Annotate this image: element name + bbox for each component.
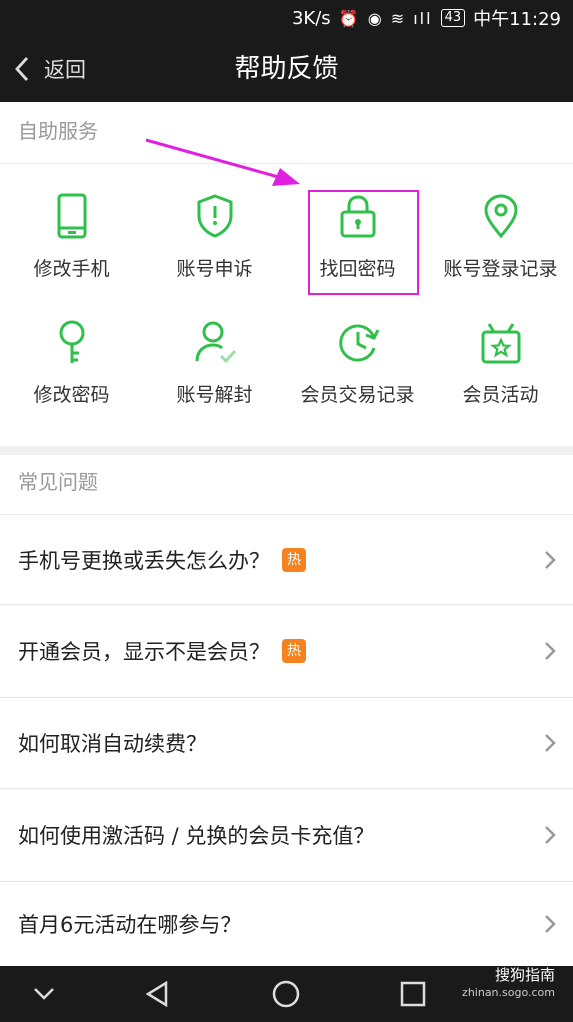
back-label: 返回 xyxy=(44,58,86,82)
tile-label: 找回密码 xyxy=(319,258,396,280)
faq-item[interactable]: 开通会员，显示不是会员？ 热 xyxy=(0,605,573,698)
triangle-back-icon xyxy=(145,980,168,1008)
tile-change-phone[interactable]: 修改手机 xyxy=(0,164,143,284)
chevron-right-icon xyxy=(545,915,556,933)
tile-label: 修改密码 xyxy=(33,384,110,406)
tile-label: 账号解封 xyxy=(176,384,253,406)
chevron-right-icon xyxy=(545,734,556,752)
tile-label: 账号申诉 xyxy=(176,258,253,280)
hot-badge: 热 xyxy=(282,639,306,663)
hot-badge: 热 xyxy=(282,547,306,572)
tile-recover-password[interactable]: 找回密码 xyxy=(286,164,429,284)
clock: 中午11:29 xyxy=(473,9,561,30)
key-icon xyxy=(59,320,84,363)
watermark-sub: zhinan.sogo.com xyxy=(462,986,555,999)
faq-item[interactable]: 首月6元活动在哪参与？ xyxy=(0,882,573,966)
chevron-left-icon xyxy=(15,57,29,81)
tile-unblock-account[interactable]: 账号解封 xyxy=(143,290,286,410)
tile-label: 修改手机 xyxy=(33,258,110,280)
status-icons: ⏰ ◉ ≋ ıll xyxy=(338,8,433,28)
hide-nav-button[interactable] xyxy=(14,966,74,1022)
faq-question: 首月6元活动在哪参与？ xyxy=(18,913,242,937)
tile-account-appeal[interactable]: 账号申诉 xyxy=(143,164,286,284)
faq-question: 开通会员，显示不是会员？ xyxy=(18,640,270,664)
self-service-header: 自助服务 xyxy=(0,102,573,164)
faq-question: 如何取消自动续费？ xyxy=(18,732,207,756)
phone-icon xyxy=(57,193,86,239)
chevron-right-icon xyxy=(545,550,556,569)
faq-header: 常见问题 xyxy=(0,455,573,515)
location-pin-icon xyxy=(483,194,518,239)
tile-member-transactions[interactable]: 会员交易记录 xyxy=(286,290,429,410)
circle-home-icon xyxy=(272,980,300,1008)
battery-indicator: 43 xyxy=(440,9,466,27)
chevron-right-icon xyxy=(545,642,556,660)
chevron-right-icon xyxy=(545,826,556,844)
tile-login-records[interactable]: 账号登录记录 xyxy=(429,164,572,284)
watermark-main: 搜狗指南 xyxy=(494,966,555,984)
chevron-down-icon xyxy=(34,988,54,1000)
lock-icon xyxy=(340,195,375,238)
nav-back-button[interactable] xyxy=(127,966,187,1022)
faq-question: 手机号更换或丢失怎么办？ xyxy=(18,548,270,573)
tile-member-events[interactable]: 会员活动 xyxy=(429,290,572,410)
square-recents-icon xyxy=(400,981,426,1007)
section-divider xyxy=(0,446,573,455)
nav-recents-button[interactable] xyxy=(383,966,443,1022)
self-service-grid: 修改手机 账号申诉 找回密码 账号登录记录 修改密码 账号解封 会员交易记录 会… xyxy=(0,164,573,446)
tile-label: 会员交易记录 xyxy=(300,384,415,406)
nav-home-button[interactable] xyxy=(256,966,316,1022)
network-speed: 3K/s xyxy=(291,7,331,29)
title-bar: 返回 帮助反馈 xyxy=(0,36,573,102)
tile-label: 会员活动 xyxy=(462,384,539,406)
shield-alert-icon xyxy=(197,194,232,238)
gift-box-icon xyxy=(481,323,520,364)
tile-change-password[interactable]: 修改密码 xyxy=(0,290,143,410)
user-check-icon xyxy=(195,321,236,364)
tile-label: 账号登录记录 xyxy=(443,258,558,280)
watermark: 搜狗指南 zhinan.sogo.com xyxy=(462,966,555,1002)
faq-question: 如何使用激活码 / 兑换的会员卡充值？ xyxy=(18,824,375,848)
faq-item[interactable]: 如何取消自动续费？ xyxy=(0,698,573,789)
faq-item[interactable]: 如何使用激活码 / 兑换的会员卡充值？ xyxy=(0,789,573,882)
clock-refresh-icon xyxy=(338,324,379,362)
status-bar: 3K/s ⏰ ◉ ≋ ıll 43 中午11:29 xyxy=(0,0,573,36)
back-button[interactable]: 返回 xyxy=(14,36,86,102)
faq-item[interactable]: 手机号更换或丢失怎么办？ 热 xyxy=(0,515,573,605)
